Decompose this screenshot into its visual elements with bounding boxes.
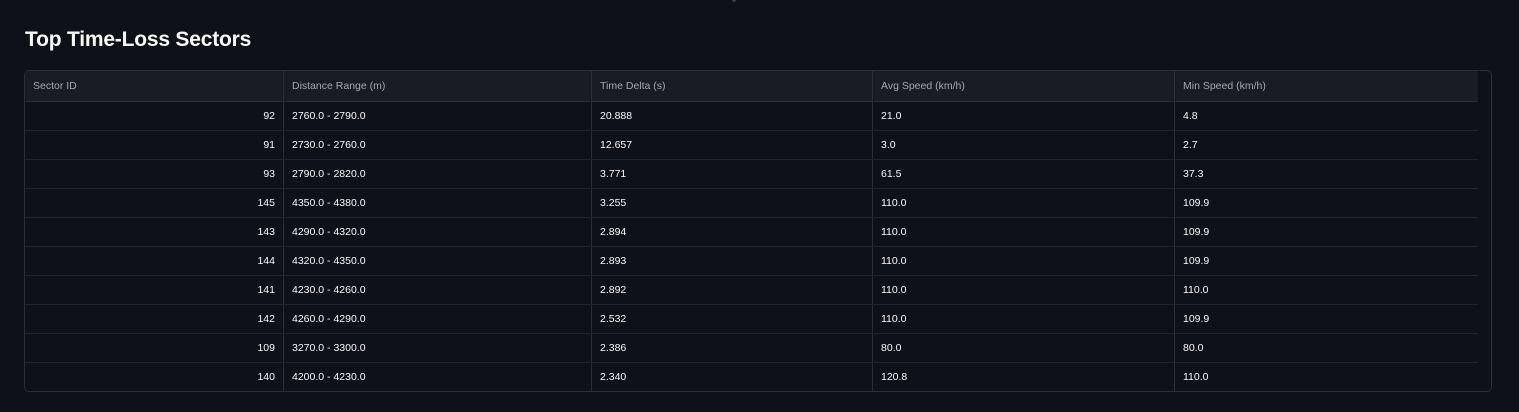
table-cell-sector-id[interactable]: 143 <box>25 218 284 246</box>
table-cell-min-speed[interactable]: 109.9 <box>1175 189 1478 217</box>
column-header-min-speed[interactable]: Min Speed (km/h) <box>1175 71 1478 101</box>
table-grid: Sector ID Distance Range (m) Time Delta … <box>25 71 1478 391</box>
table-cell-avg-speed[interactable]: 110.0 <box>873 189 1175 217</box>
table-cell-min-speed[interactable]: 2.7 <box>1175 131 1478 159</box>
table-cell-time-delta[interactable]: 2.892 <box>592 276 873 304</box>
table-cell-avg-speed[interactable]: 110.0 <box>873 305 1175 333</box>
section-title: Top Time-Loss Sectors <box>25 28 252 51</box>
column-header-distance-range[interactable]: Distance Range (m) <box>284 71 592 101</box>
table-cell-sector-id[interactable]: 93 <box>25 160 284 188</box>
table-cell-avg-speed[interactable]: 3.0 <box>873 131 1175 159</box>
table-cell-time-delta[interactable]: 2.532 <box>592 305 873 333</box>
table-row[interactable]: 109 3270.0 - 3300.0 2.386 80.0 80.0 <box>25 334 1478 363</box>
table-cell-min-speed[interactable]: 110.0 <box>1175 363 1478 391</box>
table-cell-time-delta[interactable]: 20.888 <box>592 102 873 130</box>
table-cell-avg-speed[interactable]: 120.8 <box>873 363 1175 391</box>
scroll-indicator-dot <box>732 0 736 2</box>
table-cell-distance-range[interactable]: 4320.0 - 4350.0 <box>284 247 592 275</box>
table-row[interactable]: 140 4200.0 - 4230.0 2.340 120.8 110.0 <box>25 363 1478 391</box>
table-cell-time-delta[interactable]: 2.894 <box>592 218 873 246</box>
table-cell-sector-id[interactable]: 145 <box>25 189 284 217</box>
table-cell-distance-range[interactable]: 4200.0 - 4230.0 <box>284 363 592 391</box>
table-cell-min-speed[interactable]: 110.0 <box>1175 276 1478 304</box>
table-cell-min-speed[interactable]: 109.9 <box>1175 305 1478 333</box>
table-cell-sector-id[interactable]: 142 <box>25 305 284 333</box>
column-header-sector-id[interactable]: Sector ID <box>25 71 284 101</box>
table-cell-time-delta[interactable]: 12.657 <box>592 131 873 159</box>
table-cell-avg-speed[interactable]: 110.0 <box>873 247 1175 275</box>
table-cell-distance-range[interactable]: 4260.0 - 4290.0 <box>284 305 592 333</box>
table-cell-sector-id[interactable]: 109 <box>25 334 284 362</box>
table-cell-min-speed[interactable]: 4.8 <box>1175 102 1478 130</box>
table-cell-distance-range[interactable]: 4230.0 - 4260.0 <box>284 276 592 304</box>
table-cell-sector-id[interactable]: 140 <box>25 363 284 391</box>
table-cell-distance-range[interactable]: 2730.0 - 2760.0 <box>284 131 592 159</box>
sectors-table[interactable]: Sector ID Distance Range (m) Time Delta … <box>24 70 1492 392</box>
column-header-time-delta[interactable]: Time Delta (s) <box>592 71 873 101</box>
table-cell-sector-id[interactable]: 91 <box>25 131 284 159</box>
table-cell-time-delta[interactable]: 2.893 <box>592 247 873 275</box>
table-cell-time-delta[interactable]: 3.255 <box>592 189 873 217</box>
table-row[interactable]: 92 2760.0 - 2790.0 20.888 21.0 4.8 <box>25 102 1478 131</box>
table-row[interactable]: 141 4230.0 - 4260.0 2.892 110.0 110.0 <box>25 276 1478 305</box>
table-row[interactable]: 143 4290.0 - 4320.0 2.894 110.0 109.9 <box>25 218 1478 247</box>
table-cell-avg-speed[interactable]: 21.0 <box>873 102 1175 130</box>
table-cell-distance-range[interactable]: 4350.0 - 4380.0 <box>284 189 592 217</box>
table-cell-time-delta[interactable]: 3.771 <box>592 160 873 188</box>
table-cell-distance-range[interactable]: 3270.0 - 3300.0 <box>284 334 592 362</box>
table-cell-min-speed[interactable]: 109.9 <box>1175 218 1478 246</box>
table-row[interactable]: 144 4320.0 - 4350.0 2.893 110.0 109.9 <box>25 247 1478 276</box>
table-cell-distance-range[interactable]: 4290.0 - 4320.0 <box>284 218 592 246</box>
table-cell-time-delta[interactable]: 2.386 <box>592 334 873 362</box>
table-cell-min-speed[interactable]: 109.9 <box>1175 247 1478 275</box>
table-body: 92 2760.0 - 2790.0 20.888 21.0 4.8 91 2730.0 -… <box>25 102 1478 391</box>
table-row[interactable]: 93 2790.0 - 2820.0 3.771 61.5 37.3 <box>25 160 1478 189</box>
table-cell-distance-range[interactable]: 2790.0 - 2820.0 <box>284 160 592 188</box>
table-cell-avg-speed[interactable]: 110.0 <box>873 276 1175 304</box>
table-cell-distance-range[interactable]: 2760.0 - 2790.0 <box>284 102 592 130</box>
table-row[interactable]: 142 4260.0 - 4290.0 2.532 110.0 109.9 <box>25 305 1478 334</box>
table-cell-avg-speed[interactable]: 80.0 <box>873 334 1175 362</box>
page: Top Time-Loss Sectors Sector ID Distance… <box>0 0 1519 412</box>
table-header-row: Sector ID Distance Range (m) Time Delta … <box>25 71 1478 102</box>
table-cell-sector-id[interactable]: 144 <box>25 247 284 275</box>
column-header-avg-speed[interactable]: Avg Speed (km/h) <box>873 71 1175 101</box>
table-cell-time-delta[interactable]: 2.340 <box>592 363 873 391</box>
table-row[interactable]: 91 2730.0 - 2760.0 12.657 3.0 2.7 <box>25 131 1478 160</box>
table-cell-sector-id[interactable]: 141 <box>25 276 284 304</box>
table-row[interactable]: 145 4350.0 - 4380.0 3.255 110.0 109.9 <box>25 189 1478 218</box>
table-cell-min-speed[interactable]: 37.3 <box>1175 160 1478 188</box>
table-cell-avg-speed[interactable]: 61.5 <box>873 160 1175 188</box>
table-cell-sector-id[interactable]: 92 <box>25 102 284 130</box>
table-cell-min-speed[interactable]: 80.0 <box>1175 334 1478 362</box>
table-cell-avg-speed[interactable]: 110.0 <box>873 218 1175 246</box>
